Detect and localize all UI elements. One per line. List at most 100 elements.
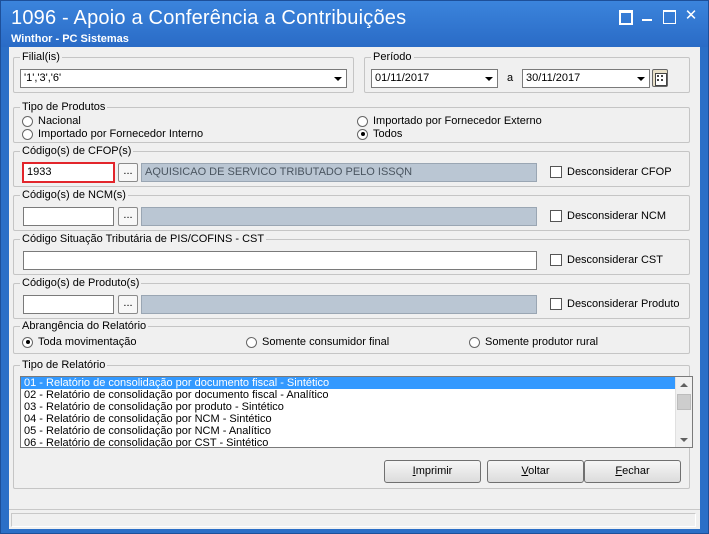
periodo-end-value: 30/11/2017 — [526, 72, 581, 84]
checkbox-label: Desconsiderar CST — [567, 254, 663, 266]
cfop-lookup-button[interactable]: ... — [118, 163, 138, 182]
filial-combo[interactable]: '1','3','6' — [20, 69, 347, 88]
cfop-description: AQUISICAO DE SERVICO TRIBUTADO PELO ISSQ… — [141, 163, 537, 182]
filial-legend: Filial(is) — [20, 51, 62, 63]
chevron-down-icon[interactable] — [481, 71, 496, 86]
tipo-relatorio-legend: Tipo de Relatório — [20, 359, 108, 371]
radio-checked-icon — [22, 336, 33, 348]
cfop-input[interactable]: 1933 — [22, 162, 115, 183]
ncm-description — [141, 207, 537, 226]
radio-consumidor-final[interactable]: Somente consumidor final — [246, 336, 389, 348]
radio-checked-icon — [357, 128, 368, 140]
ncm-input[interactable] — [23, 207, 114, 226]
radio-label: Importado por Fornecedor Externo — [373, 115, 542, 127]
radio-label: Nacional — [38, 115, 81, 127]
scroll-down-icon[interactable] — [676, 432, 692, 447]
radio-icon — [246, 336, 257, 348]
maximize-icon[interactable] — [662, 9, 676, 24]
window-controls: ✕ — [618, 8, 698, 25]
report-type-list[interactable]: 01 - Relatório de consolidação por docum… — [20, 376, 693, 448]
radio-label: Somente consumidor final — [262, 336, 390, 348]
abrangencia-group: Abrangência do Relatório Toda movimentaç… — [13, 320, 690, 354]
status-panel — [11, 513, 696, 527]
radio-label: Todos — [373, 128, 403, 140]
checkbox-icon — [550, 166, 562, 178]
radio-label: Somente produtor rural — [485, 336, 599, 348]
tipo-relatorio-group: Tipo de Relatório 01 - Relatório de cons… — [13, 359, 693, 489]
chevron-down-icon[interactable] — [330, 71, 345, 86]
tipo-produtos-group: Tipo de Produtos Nacional Importado por … — [13, 101, 690, 143]
window-title: 1096 - Apoio a Conferência a Contribuiçõ… — [11, 7, 407, 29]
ncm-lookup-button[interactable]: ... — [118, 207, 138, 226]
cfop-group: Código(s) de CFOP(s) 1933 ... AQUISICAO … — [13, 145, 690, 187]
desconsiderar-cst-checkbox[interactable]: Desconsiderar CST — [550, 254, 663, 266]
radio-importado-interno[interactable]: Importado por Fornecedor Interno — [22, 128, 203, 140]
radio-icon — [22, 128, 33, 140]
checkbox-icon — [550, 210, 562, 222]
cst-group: Código Situação Tributária de PIS/COFINS… — [13, 233, 690, 275]
produto-lookup-button[interactable]: ... — [118, 295, 138, 314]
checkbox-label: Desconsiderar Produto — [567, 298, 680, 310]
tipo-produtos-legend: Tipo de Produtos — [20, 101, 108, 113]
title-bar[interactable]: 1096 - Apoio a Conferência a Contribuiçõ… — [1, 1, 708, 47]
ncm-group: Código(s) de NCM(s) ... Desconsiderar NC… — [13, 189, 690, 231]
list-scrollbar[interactable] — [675, 377, 692, 447]
cfop-legend: Código(s) de CFOP(s) — [20, 145, 134, 157]
produto-legend: Código(s) de Produto(s) — [20, 277, 142, 289]
periodo-end-date[interactable]: 30/11/2017 — [522, 69, 650, 88]
radio-importado-externo[interactable]: Importado por Fornecedor Externo — [357, 115, 542, 127]
list-item[interactable]: 02 - Relatório de consolidação por docum… — [21, 389, 676, 401]
periodo-start-date[interactable]: 01/11/2017 — [371, 69, 498, 88]
minimize-icon[interactable] — [640, 9, 654, 23]
filial-value: '1','3','6' — [24, 72, 62, 84]
desconsiderar-ncm-checkbox[interactable]: Desconsiderar NCM — [550, 210, 666, 222]
app-window: 1096 - Apoio a Conferência a Contribuiçõ… — [0, 0, 709, 534]
radio-nacional[interactable]: Nacional — [22, 115, 81, 127]
radio-icon — [469, 336, 480, 348]
voltar-button[interactable]: Voltar — [487, 460, 584, 483]
filial-group: Filial(is) '1','3','6' — [13, 51, 354, 93]
imprimir-button[interactable]: Imprimir — [384, 460, 481, 483]
periodo-separator: a — [507, 72, 514, 84]
ncm-legend: Código(s) de NCM(s) — [20, 189, 128, 201]
status-bar — [9, 509, 700, 529]
periodo-start-value: 01/11/2017 — [375, 72, 430, 84]
client-area: Filial(is) '1','3','6' Período 01/11/201… — [9, 47, 700, 509]
list-item[interactable]: 05 - Relatório de consolidação por NCM -… — [21, 425, 676, 437]
radio-label: Importado por Fornecedor Interno — [38, 128, 204, 140]
produto-input[interactable] — [23, 295, 114, 314]
close-icon[interactable]: ✕ — [684, 8, 698, 23]
periodo-group: Período 01/11/2017 a 30/11/2017 — [364, 51, 690, 93]
fechar-button[interactable]: Fechar — [584, 460, 681, 483]
list-item[interactable]: 03 - Relatório de consolidação por produ… — [21, 401, 676, 413]
checkbox-icon — [550, 298, 562, 310]
cst-input[interactable] — [23, 251, 537, 270]
chevron-down-icon[interactable] — [633, 71, 648, 86]
fechar-label: echar — [622, 465, 650, 477]
window-subtitle: Winthor - PC Sistemas — [11, 33, 129, 45]
radio-produtor-rural[interactable]: Somente produtor rural — [469, 336, 598, 348]
voltar-label: oltar — [528, 465, 550, 477]
produto-description — [141, 295, 537, 314]
calendar-icon[interactable] — [652, 69, 668, 87]
cst-legend: Código Situação Tributária de PIS/COFINS… — [20, 233, 267, 245]
list-item[interactable]: 04 - Relatório de consolidação por NCM -… — [21, 413, 676, 425]
restore-icon[interactable] — [618, 9, 633, 25]
radio-toda-movimentacao[interactable]: Toda movimentação — [22, 336, 136, 348]
radio-icon — [357, 115, 368, 127]
abrangencia-legend: Abrangência do Relatório — [20, 320, 149, 332]
scroll-thumb[interactable] — [677, 394, 691, 410]
produto-group: Código(s) de Produto(s) ... Desconsidera… — [13, 277, 690, 319]
checkbox-icon — [550, 254, 562, 266]
imprimir-label: mprimir — [415, 465, 453, 477]
radio-todos[interactable]: Todos — [357, 128, 402, 140]
radio-label: Toda movimentação — [38, 336, 137, 348]
desconsiderar-produto-checkbox[interactable]: Desconsiderar Produto — [550, 298, 680, 310]
scroll-up-icon[interactable] — [676, 377, 692, 392]
radio-icon — [22, 115, 33, 127]
checkbox-label: Desconsiderar NCM — [567, 210, 667, 222]
desconsiderar-cfop-checkbox[interactable]: Desconsiderar CFOP — [550, 166, 672, 178]
list-item[interactable]: 01 - Relatório de consolidação por docum… — [21, 377, 676, 389]
list-item[interactable]: 06 - Relatório de consolidação por CST -… — [21, 437, 676, 447]
checkbox-label: Desconsiderar CFOP — [567, 166, 672, 178]
